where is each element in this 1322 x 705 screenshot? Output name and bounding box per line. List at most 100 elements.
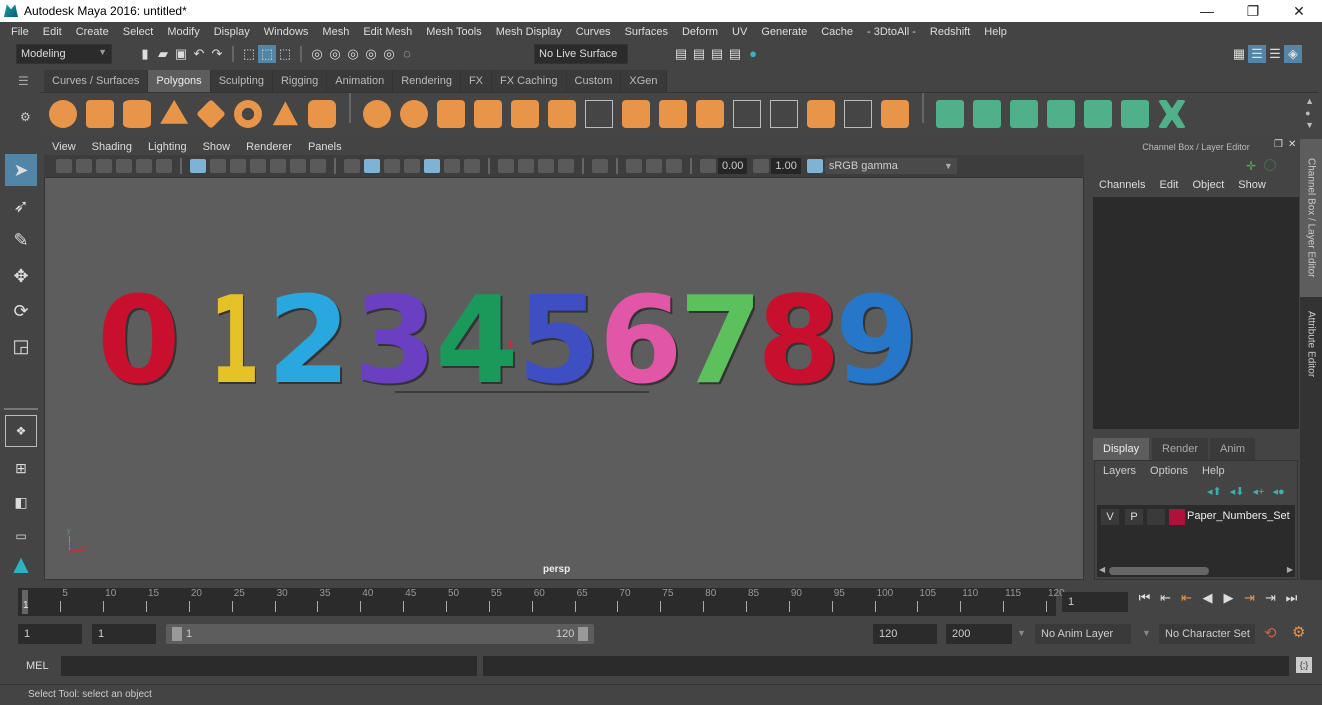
film-gate-icon[interactable] [210, 159, 226, 173]
extract-icon[interactable] [510, 100, 539, 128]
camera-attributes-icon[interactable] [76, 159, 92, 173]
new-scene-icon[interactable]: ▮ [136, 45, 154, 63]
poly-cylinder-icon[interactable] [123, 100, 152, 128]
poly-torus-icon[interactable] [234, 100, 263, 128]
move-tool-icon[interactable]: ✥ [5, 260, 37, 292]
modeling-toolkit-icon[interactable]: ▦ [1230, 45, 1248, 63]
smooth-shade-icon[interactable] [364, 159, 380, 173]
image-plane-icon[interactable] [116, 159, 132, 173]
screen-space-ao-icon[interactable] [498, 159, 514, 173]
anti-aliasing-icon[interactable] [538, 159, 554, 173]
current-frame-field[interactable]: 1 [1062, 592, 1128, 612]
unfold-uv-icon[interactable] [1083, 100, 1112, 128]
menu-mesh-tools[interactable]: Mesh Tools [419, 26, 488, 38]
channel-menu-edit[interactable]: Edit [1152, 179, 1185, 191]
grid-toggle-icon[interactable] [190, 159, 206, 173]
menu-select[interactable]: Select [116, 26, 161, 38]
time-slider[interactable]: 1 5 10 15 20 25 30 35 40 45 50 55 60 65 70 75 80 85 90 95 1… [18, 588, 1065, 616]
poly-cube-icon[interactable] [86, 100, 115, 128]
shelf-tab-curves-surfaces[interactable]: Curves / Surfaces [44, 70, 149, 92]
offset-edge-loop-icon[interactable] [770, 100, 799, 128]
manipulator-axes-icon[interactable]: ✛ [1246, 159, 1260, 173]
textured-icon[interactable] [424, 159, 440, 173]
poly-pyramid-icon[interactable] [272, 101, 298, 126]
resolution-gate-icon[interactable] [230, 159, 246, 173]
live-surface-field[interactable]: No Live Surface [534, 44, 628, 64]
step-back-frame-icon[interactable]: ⇤ [1176, 590, 1197, 606]
select-by-component-icon[interactable]: ⬚ [276, 45, 294, 63]
planar-uv-icon[interactable] [935, 100, 964, 128]
field-chart-icon[interactable] [270, 159, 286, 173]
play-forward-icon[interactable]: ▶ [1218, 590, 1239, 606]
side-tab-attribute-editor[interactable]: Attribute Editor [1300, 299, 1322, 389]
poly-cone-icon[interactable] [160, 100, 189, 124]
ipr-render-icon[interactable]: ▤ [708, 45, 726, 63]
automatic-uv-icon[interactable] [1046, 100, 1075, 128]
select-by-object-icon[interactable]: ⬚ [258, 45, 276, 63]
render-view-icon[interactable]: ▤ [672, 45, 690, 63]
attribute-editor-toggle-icon[interactable]: ☰ [1248, 45, 1266, 63]
step-forward-key-icon[interactable]: ⇥ [1260, 590, 1281, 606]
panel-menu-lighting[interactable]: Lighting [140, 141, 195, 153]
bevel-icon[interactable] [696, 100, 725, 128]
play-backward-icon[interactable]: ◀ [1197, 590, 1218, 606]
auto-key-icon[interactable]: ⟲ [1264, 624, 1277, 642]
redo-icon[interactable]: ↷ [208, 45, 226, 63]
grease-pencil-icon[interactable] [156, 159, 172, 173]
menu-cache[interactable]: Cache [814, 26, 860, 38]
menu-generate[interactable]: Generate [754, 26, 814, 38]
motion-blur-icon[interactable] [518, 159, 534, 173]
scroll-right-icon[interactable]: ▶ [1287, 565, 1293, 574]
snap-surface-icon[interactable]: ◌ [398, 45, 416, 63]
panel-menu-show[interactable]: Show [195, 141, 239, 153]
playback-start-field[interactable]: 1 [92, 624, 156, 644]
shelf-tab-fx[interactable]: FX [460, 70, 493, 92]
maya-home-icon[interactable]: ▲ [5, 548, 37, 580]
character-set-dropdown[interactable]: No Character Set [1159, 624, 1255, 644]
xray-joints-icon[interactable] [666, 159, 682, 173]
channel-list[interactable] [1093, 197, 1299, 429]
digit-1[interactable]: 1 [210, 282, 260, 402]
select-by-hierarchy-icon[interactable]: ⬚ [240, 45, 258, 63]
wireframe-icon[interactable] [344, 159, 360, 173]
bridge-icon[interactable] [659, 100, 688, 128]
select-tool-icon[interactable]: ➤ [5, 154, 37, 186]
channel-box-toggle-icon[interactable]: ◈ [1284, 45, 1302, 63]
wireframe-on-shaded-icon[interactable] [404, 159, 420, 173]
channel-menu-object[interactable]: Object [1185, 179, 1231, 191]
go-to-start-icon[interactable]: ⏮ [1134, 590, 1155, 606]
layer-menu-layers[interactable]: Layers [1103, 465, 1136, 477]
single-pane-layout-icon[interactable]: ❖ [5, 415, 37, 447]
menu-file[interactable]: File [4, 26, 36, 38]
panel-menu-view[interactable]: View [44, 141, 84, 153]
menu-display[interactable]: Display [207, 26, 257, 38]
character-set-chevron-icon[interactable]: ▼ [1142, 628, 1151, 638]
layer-row[interactable]: V P Paper_Numbers_Set [1097, 508, 1295, 526]
hypershade-icon[interactable]: ● [744, 45, 762, 63]
open-scene-icon[interactable]: ▰ [154, 45, 172, 63]
go-to-end-icon[interactable]: ⏭ [1281, 590, 1302, 606]
layer-tab-render[interactable]: Render [1152, 438, 1209, 460]
undo-icon[interactable]: ↶ [190, 45, 208, 63]
combine-icon[interactable] [362, 100, 391, 128]
menu-mesh[interactable]: Mesh [315, 26, 356, 38]
gamma-field[interactable]: 1.00 [771, 158, 801, 174]
digit-5[interactable]: 5 [517, 282, 601, 402]
digit-6[interactable]: 6 [599, 282, 683, 402]
new-empty-layer-icon[interactable]: ◂+ [1253, 485, 1265, 498]
range-end-handle[interactable] [578, 627, 588, 641]
menu-surfaces[interactable]: Surfaces [618, 26, 675, 38]
digit-0[interactable]: 0 [97, 282, 181, 402]
layer-name[interactable]: Paper_Numbers_Set [1187, 510, 1290, 522]
snap-curve-icon[interactable]: ◎ [326, 45, 344, 63]
uv-editor-icon[interactable] [1120, 100, 1149, 128]
new-layer-selected-icon[interactable]: ◂● [1272, 485, 1284, 498]
script-language-label[interactable]: MEL [26, 660, 49, 672]
xray-icon[interactable] [626, 159, 642, 173]
digit-8[interactable]: 8 [757, 282, 841, 402]
tool-settings-toggle-icon[interactable]: ☰ [1266, 45, 1284, 63]
panel-menu-renderer[interactable]: Renderer [238, 141, 300, 153]
layer-visibility-toggle[interactable]: V [1101, 509, 1119, 525]
shelf-tab-animation[interactable]: Animation [327, 70, 394, 92]
separate-icon[interactable] [399, 100, 428, 128]
